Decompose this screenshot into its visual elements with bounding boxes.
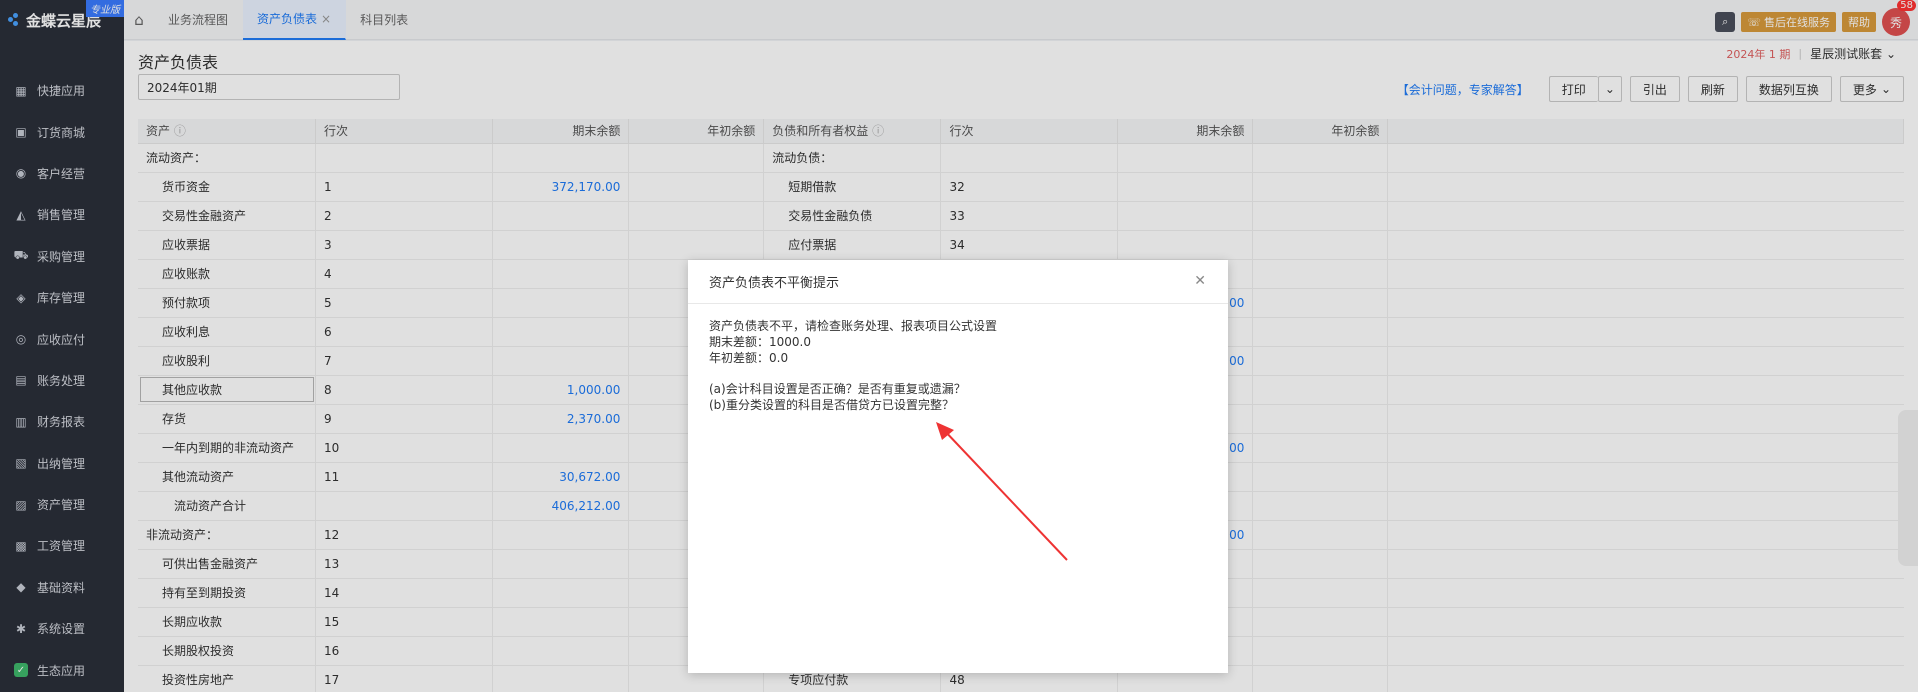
check-item-b: (b)重分类设置的科目是否借贷方已设置完整？ <box>709 398 954 412</box>
check-item-a: (a)会计科目设置是否正确？是否有重复或遗漏？ <box>709 382 966 396</box>
dialog-header: 资产负债表不平衡提示 ✕ <box>688 260 1228 304</box>
close-icon[interactable]: ✕ <box>1194 273 1206 289</box>
app-root: 金蝶云星辰 专业版 ▦ 快捷应用 ▣ 订货商城 ◉ 客户经营 ◭ 销售管理 ⛟ 采购管理 ◈ 库存管理… <box>0 0 1918 692</box>
dialog-message: 资产负债表不平，请检查账务处理、报表项目公式设置 <box>709 319 998 333</box>
dialog-body: 资产负债表不平，请检查账务处理、报表项目公式设置 期末差额：1000.0 年初差… <box>688 304 1228 427</box>
opening-difference: 年初差额：0.0 <box>709 351 789 365</box>
ending-difference: 期末差额：1000.0 <box>709 335 811 349</box>
annotation-arrow-icon <box>936 422 1068 561</box>
dialog-title: 资产负债表不平衡提示 <box>709 276 840 291</box>
